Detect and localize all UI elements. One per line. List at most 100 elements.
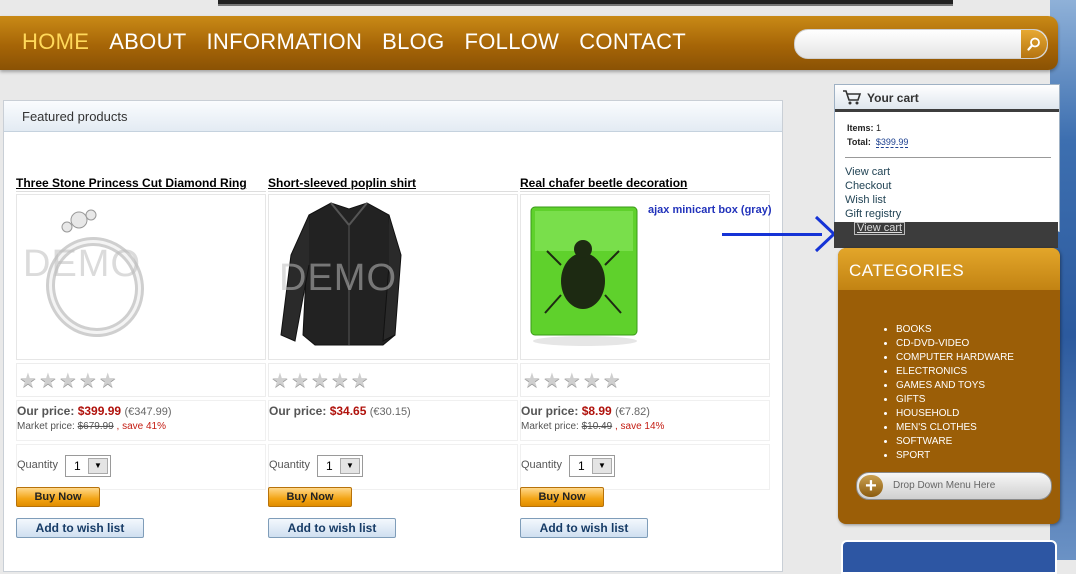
product-image[interactable]: DEMO [268,194,518,360]
categories-header: CATEGORIES [838,248,1060,290]
star-icon[interactable]: ★ [523,368,541,393]
nav-contact[interactable]: CONTACT [579,29,686,55]
market-price: Market price: $10.49 , save 14% [521,421,665,432]
search-box [794,29,1048,59]
demo-watermark: DEMO [279,257,397,299]
our-price: Our price: $34.65 (€30.15) [269,404,411,418]
star-icon[interactable]: ★ [59,368,77,393]
rating-stars[interactable]: ★ ★ ★ ★ ★ [16,363,266,397]
search-button[interactable] [1021,30,1047,58]
star-icon[interactable]: ★ [19,368,37,393]
price-box: Our price: $8.99 (€7.82) Market price: $… [520,400,770,441]
cart-icon [843,90,862,105]
top-strip [218,0,953,6]
star-icon[interactable]: ★ [311,368,329,393]
product-name-link[interactable]: Short-sleeved poplin shirt [268,175,518,192]
our-price: Our price: $399.99 (€347.99) [17,404,172,418]
view-cart-link[interactable]: View cart [845,165,901,179]
featured-header: Featured products [4,101,782,132]
star-icon[interactable]: ★ [39,368,57,393]
add-to-wish-list-button[interactable]: Add to wish list [520,518,648,538]
search-input[interactable] [803,34,1017,54]
cart-header: Your cart [835,85,1059,112]
quantity-label: Quantity [17,459,58,471]
ghost-view-cart-link[interactable]: View cart [854,222,906,235]
product-image[interactable]: DEMO [16,194,266,360]
category-item[interactable]: CD-DVD-VIDEO [896,337,1014,351]
category-item[interactable]: BOOKS [896,323,1014,337]
add-to-wish-list-button[interactable]: Add to wish list [16,518,144,538]
beetle-image [530,206,638,346]
dropdown-menu-button[interactable]: + Drop Down Menu Here [856,472,1052,500]
star-icon[interactable]: ★ [543,368,561,393]
quantity-label: Quantity [521,459,562,471]
nav-about[interactable]: ABOUT [109,29,186,55]
rating-stars[interactable]: ★ ★ ★ ★ ★ [520,363,770,397]
nav-blog[interactable]: BLOG [382,29,444,55]
category-item[interactable]: SOFTWARE [896,435,1014,449]
dropdown-label: Drop Down Menu Here [893,480,996,491]
star-icon[interactable]: ★ [351,368,369,393]
price-box: Our price: $399.99 (€347.99) Market pric… [16,400,266,441]
categories-list: BOOKS CD-DVD-VIDEO COMPUTER HARDWARE ELE… [884,323,1014,463]
gift-registry-link[interactable]: Gift registry [845,207,901,221]
bottom-panel [841,540,1057,574]
chevron-down-icon: ▼ [592,458,612,474]
quantity-select[interactable]: 1 ▼ [65,455,111,477]
buy-now-button[interactable]: Buy Now [520,487,604,507]
arrow-line [722,233,822,236]
checkout-link[interactable]: Checkout [845,179,901,193]
quantity-label: Quantity [269,459,310,471]
cart-summary: Items: 1 Total: $399.99 [847,123,909,148]
chevron-down-icon: ▼ [340,458,360,474]
cart-items-count: 1 [876,123,882,133]
star-icon[interactable]: ★ [291,368,309,393]
rating-stars[interactable]: ★ ★ ★ ★ ★ [268,363,518,397]
nav-follow[interactable]: FOLLOW [465,29,560,55]
categories-panel: CATEGORIES BOOKS CD-DVD-VIDEO COMPUTER H… [838,248,1060,524]
star-icon[interactable]: ★ [563,368,581,393]
plus-icon: + [859,475,883,497]
category-item[interactable]: MEN'S CLOTHES [896,421,1014,435]
category-item[interactable]: GIFTS [896,393,1014,407]
product-name-link[interactable]: Three Stone Princess Cut Diamond Ring [16,175,266,192]
star-icon[interactable]: ★ [79,368,97,393]
buy-now-button[interactable]: Buy Now [16,487,100,507]
product-card: Three Stone Princess Cut Diamond Ring DE… [16,175,266,490]
star-icon[interactable]: ★ [271,368,289,393]
quantity-box: Quantity 1 ▼ [268,444,518,490]
category-item[interactable]: SPORT [896,449,1014,463]
chevron-down-icon: ▼ [88,458,108,474]
annotation-label: ajax minicart box (gray) [648,204,772,216]
category-item[interactable]: ELECTRONICS [896,365,1014,379]
buy-now-button[interactable]: Buy Now [268,487,352,507]
price-box: Our price: $34.65 (€30.15) [268,400,518,441]
cart-total[interactable]: $399.99 [875,137,909,148]
quantity-box: Quantity 1 ▼ [16,444,266,490]
star-icon[interactable]: ★ [583,368,601,393]
star-icon[interactable]: ★ [331,368,349,393]
our-price: Our price: $8.99 (€7.82) [521,404,650,418]
add-to-wish-list-button[interactable]: Add to wish list [268,518,396,538]
market-price: Market price: $679.99 , save 41% [17,421,166,432]
divider [845,157,1051,158]
cart-links: View cart Checkout Wish list Gift regist… [845,165,901,221]
nav-information[interactable]: INFORMATION [207,29,363,55]
nav-home[interactable]: HOME [22,29,89,55]
star-icon[interactable]: ★ [603,368,621,393]
wish-list-link[interactable]: Wish list [845,193,901,207]
category-item[interactable]: HOUSEHOLD [896,407,1014,421]
product-card: Short-sleeved poplin shirt DEMO ★ ★ ★ ★ ★ Ou… [268,175,518,490]
star-icon[interactable]: ★ [99,368,117,393]
demo-watermark: DEMO [23,243,141,285]
search-icon [1027,37,1040,51]
quantity-select[interactable]: 1 ▼ [569,455,615,477]
category-item[interactable]: COMPUTER HARDWARE [896,351,1014,365]
product-image[interactable] [520,194,770,360]
product-card: Real chafer beetle decoration ★ ★ ★ ★ ★ Our … [520,175,770,490]
quantity-box: Quantity 1 ▼ [520,444,770,490]
cart-panel: Your cart Items: 1 Total: $399.99 View c… [834,84,1060,232]
product-name-link[interactable]: Real chafer beetle decoration [520,175,770,192]
quantity-select[interactable]: 1 ▼ [317,455,363,477]
category-item[interactable]: GAMES AND TOYS [896,379,1014,393]
